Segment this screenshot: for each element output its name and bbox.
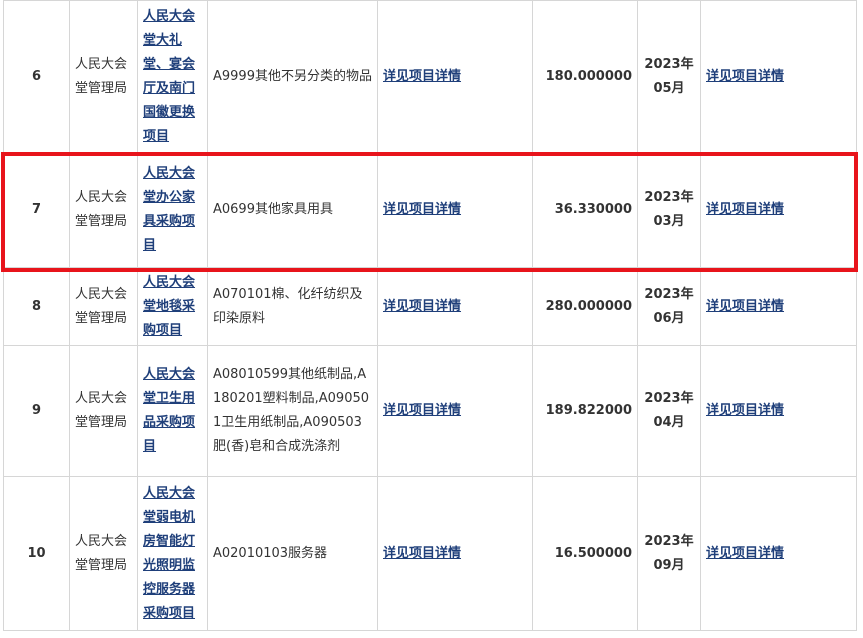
- procurement-time: 2023年04月: [637, 345, 701, 477]
- project-name-cell: 人民大会堂弱电机房智能灯光照明监控服务器采购项目: [137, 476, 208, 631]
- content-cell: 详见项目详情: [377, 476, 533, 631]
- purchasing-unit: 人民大会堂管理局: [69, 476, 138, 631]
- project-name-cell: 人民大会堂大礼堂、宴会厅及南门国徽更换项目: [137, 0, 208, 153]
- budget-amount: 16.500000: [532, 476, 638, 631]
- item-category: A070101棉、化纤纺织及印染原料: [207, 267, 378, 346]
- table-row: 10 人民大会堂管理局 人民大会堂弱电机房智能灯光照明监控服务器采购项目 A02…: [3, 476, 857, 631]
- remark-cell: 详见项目详情: [700, 267, 857, 346]
- project-name-link[interactable]: 人民大会堂大礼堂、宴会厅及南门国徽更换项目: [143, 9, 195, 144]
- budget-amount: 36.330000: [532, 152, 638, 268]
- item-category: A0699其他家具用具: [207, 152, 378, 268]
- procurement-time: 2023年06月: [637, 267, 701, 346]
- content-detail-link[interactable]: 详见项目详情: [383, 69, 461, 84]
- remark-detail-link[interactable]: 详见项目详情: [706, 403, 784, 418]
- procurement-time: 2023年03月: [637, 152, 701, 268]
- row-number: 7: [3, 152, 70, 268]
- project-name-link[interactable]: 人民大会堂卫生用品采购项目: [143, 367, 195, 454]
- project-name-link[interactable]: 人民大会堂办公家具采购项目: [143, 166, 195, 253]
- item-category: A02010103服务器: [207, 476, 378, 631]
- project-name-link[interactable]: 人民大会堂地毯采购项目: [143, 275, 195, 338]
- content-detail-link[interactable]: 详见项目详情: [383, 299, 461, 314]
- row-number: 10: [3, 476, 70, 631]
- project-name-cell: 人民大会堂卫生用品采购项目: [137, 345, 208, 477]
- project-name-cell: 人民大会堂办公家具采购项目: [137, 152, 208, 268]
- remark-cell: 详见项目详情: [700, 345, 857, 477]
- purchasing-unit: 人民大会堂管理局: [69, 0, 138, 153]
- remark-cell: 详见项目详情: [700, 0, 857, 153]
- item-category: A08010599其他纸制品,A180201塑料制品,A090501卫生用纸制品…: [207, 345, 378, 477]
- content-cell: 详见项目详情: [377, 267, 533, 346]
- budget-amount: 189.822000: [532, 345, 638, 477]
- remark-cell: 详见项目详情: [700, 152, 857, 268]
- remark-detail-link[interactable]: 详见项目详情: [706, 69, 784, 84]
- purchasing-unit: 人民大会堂管理局: [69, 267, 138, 346]
- row-number: 8: [3, 267, 70, 346]
- budget-amount: 180.000000: [532, 0, 638, 153]
- content-detail-link[interactable]: 详见项目详情: [383, 403, 461, 418]
- row-number: 9: [3, 345, 70, 477]
- table-row: 7 人民大会堂管理局 人民大会堂办公家具采购项目 A0699其他家具用具 详见项…: [3, 152, 857, 268]
- procurement-time: 2023年09月: [637, 476, 701, 631]
- content-cell: 详见项目详情: [377, 0, 533, 153]
- table-row: 9 人民大会堂管理局 人民大会堂卫生用品采购项目 A08010599其他纸制品,…: [3, 345, 857, 477]
- purchasing-unit: 人民大会堂管理局: [69, 152, 138, 268]
- project-name-cell: 人民大会堂地毯采购项目: [137, 267, 208, 346]
- content-cell: 详见项目详情: [377, 345, 533, 477]
- budget-amount: 280.000000: [532, 267, 638, 346]
- procurement-plan-table: 6 人民大会堂管理局 人民大会堂大礼堂、宴会厅及南门国徽更换项目 A9999其他…: [3, 0, 857, 631]
- purchasing-unit: 人民大会堂管理局: [69, 345, 138, 477]
- remark-cell: 详见项目详情: [700, 476, 857, 631]
- item-category: A9999其他不另分类的物品: [207, 0, 378, 153]
- row-number: 6: [3, 0, 70, 153]
- content-detail-link[interactable]: 详见项目详情: [383, 202, 461, 217]
- remark-detail-link[interactable]: 详见项目详情: [706, 202, 784, 217]
- remark-detail-link[interactable]: 详见项目详情: [706, 546, 784, 561]
- project-name-link[interactable]: 人民大会堂弱电机房智能灯光照明监控服务器采购项目: [143, 486, 195, 621]
- table-row: 6 人民大会堂管理局 人民大会堂大礼堂、宴会厅及南门国徽更换项目 A9999其他…: [3, 0, 857, 153]
- procurement-time: 2023年05月: [637, 0, 701, 153]
- content-cell: 详见项目详情: [377, 152, 533, 268]
- table-row: 8 人民大会堂管理局 人民大会堂地毯采购项目 A070101棉、化纤纺织及印染原…: [3, 267, 857, 346]
- content-detail-link[interactable]: 详见项目详情: [383, 546, 461, 561]
- remark-detail-link[interactable]: 详见项目详情: [706, 299, 784, 314]
